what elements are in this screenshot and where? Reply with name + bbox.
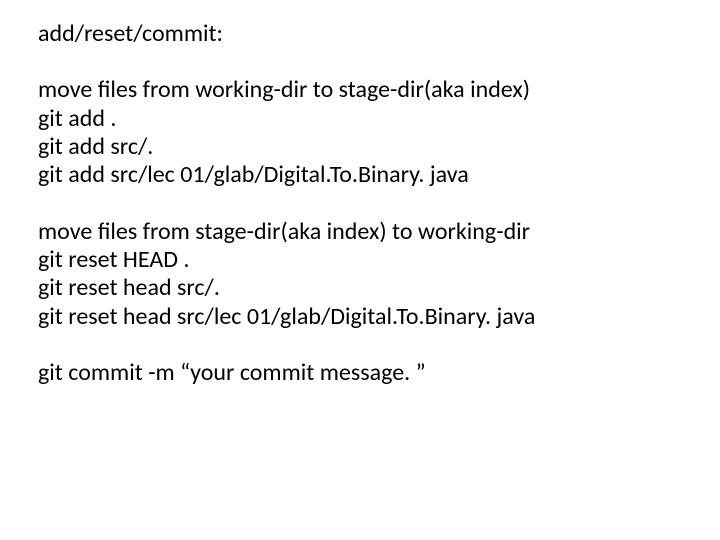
spacer bbox=[38, 331, 720, 359]
commit-cmd: git commit -m “your commit message. ” bbox=[38, 359, 720, 387]
spacer bbox=[38, 190, 720, 218]
reset-cmd-1: git reset HEAD . bbox=[38, 246, 720, 274]
slide: add/reset/commit: move files from workin… bbox=[0, 0, 720, 540]
spacer bbox=[38, 48, 720, 76]
reset-cmd-3: git reset head src/lec 01/glab/Digital.T… bbox=[38, 303, 720, 331]
reset-description: move files from stage-dir(aka index) to … bbox=[38, 218, 720, 246]
title: add/reset/commit: bbox=[38, 20, 720, 48]
add-cmd-1: git add . bbox=[38, 105, 720, 133]
add-description: move files from working-dir to stage-dir… bbox=[38, 76, 720, 104]
add-cmd-2: git add src/. bbox=[38, 133, 720, 161]
reset-cmd-2: git reset head src/. bbox=[38, 274, 720, 302]
add-cmd-3: git add src/lec 01/glab/Digital.To.Binar… bbox=[38, 161, 720, 189]
